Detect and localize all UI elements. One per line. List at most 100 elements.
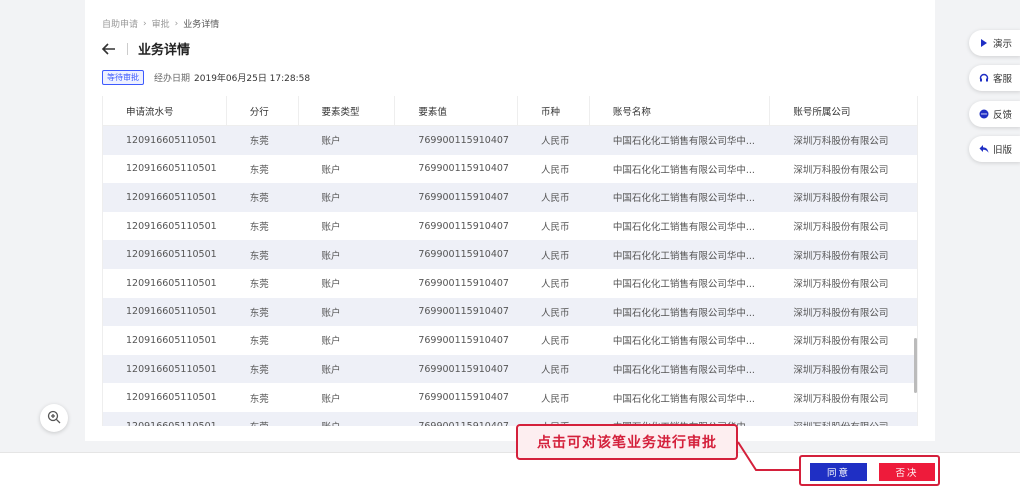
cell-element-type: 账户 — [321, 336, 341, 348]
cell-element-value: 769900115910407 — [418, 163, 509, 175]
cell-element-value: 769900115910407 — [418, 277, 509, 289]
table-row[interactable]: 120916605110501东莞账户769900115910407人民币中国石… — [103, 297, 917, 327]
cell-serial: 120916605110501 — [126, 163, 217, 175]
table-row[interactable]: 120916605110501东莞账户769900115910407人民币中国石… — [103, 183, 917, 212]
meta-row: 等待审批 经办日期 2019年06月25日 17:28:58 — [102, 70, 310, 85]
table-row[interactable]: 120916605110501东莞账户769900115910407人民币中国石… — [103, 326, 917, 355]
play-icon — [979, 38, 989, 48]
column-header-currency: 币种 — [518, 96, 590, 125]
cell-account-company: 深圳万科股份有限公司 — [793, 164, 889, 176]
detail-card: 自助申请 › 审批 › 业务详情 业务详情 等待审批 经办日期 2019年06月… — [85, 0, 935, 441]
back-arrow-icon[interactable] — [100, 40, 118, 58]
cell-serial: 120916605110501 — [126, 191, 217, 203]
cell-account-company: 深圳万科股份有限公司 — [793, 365, 889, 377]
cell-account-company: 深圳万科股份有限公司 — [793, 222, 889, 234]
cell-element-value: 769900115910407 — [418, 306, 509, 318]
cell-element-value: 769900115910407 — [418, 249, 509, 261]
table-row[interactable]: 120916605110501东莞账户769900115910407人民币中国石… — [103, 383, 917, 412]
breadcrumb-item-apply[interactable]: 自助申请 — [102, 17, 138, 30]
column-header-element-type: 要素类型 — [299, 96, 396, 125]
cell-account-name: 中国石化化工销售有限公司华中... — [612, 136, 755, 148]
page-title: 业务详情 — [138, 43, 191, 58]
table-row[interactable]: 120916605110501东莞账户769900115910407人民币中国石… — [103, 354, 917, 384]
column-header-account-name: 账号名称 — [590, 96, 771, 125]
cell-element-type: 账户 — [321, 365, 341, 377]
breadcrumb-item-approve[interactable]: 审批 — [152, 17, 170, 30]
column-header-branch: 分行 — [227, 96, 299, 125]
cell-account-name: 中国石化化工销售有限公司华中... — [612, 279, 755, 291]
cell-serial: 120916605110501 — [126, 277, 217, 289]
cell-element-value: 769900115910407 — [418, 220, 509, 232]
cell-account-company: 深圳万科股份有限公司 — [793, 393, 889, 405]
cell-serial: 120916605110501 — [126, 334, 217, 346]
cell-currency: 人民币 — [541, 136, 570, 148]
cell-branch: 东莞 — [249, 336, 269, 348]
cell-serial: 120916605110501 — [126, 220, 217, 232]
cell-account-company: 深圳万科股份有限公司 — [793, 136, 889, 148]
table-row[interactable]: 120916605110501 东莞 账户 769900115910407 人民币 中国石… — [103, 126, 917, 155]
handle-date-value: 2019年06月25日 17:28:58 — [194, 74, 311, 84]
cell-account-company: 深圳万科股份有限公司 — [770, 412, 917, 426]
cell-element-type: 账户 — [321, 136, 341, 148]
cell-currency: 人民币 — [541, 393, 570, 405]
demo-button[interactable]: 演示 — [969, 30, 1020, 56]
cell-element-type: 账户 — [321, 164, 341, 176]
cell-account-name: 中国石化化工销售有限公司华中... — [612, 336, 755, 348]
column-header-element-value: 要素值 — [395, 96, 519, 125]
cell-account-name: 中国石化化工销售有限公司华中... — [612, 193, 755, 205]
table-row[interactable]: 120916605110501东莞账户769900115910407人民币中国石… — [103, 268, 917, 298]
breadcrumb: 自助申请 › 审批 › 业务详情 — [102, 17, 219, 31]
cell-currency: 人民币 — [541, 222, 570, 234]
zoom-button[interactable] — [40, 404, 68, 432]
support-button[interactable]: 客服 — [969, 65, 1020, 91]
feedback-label: 反馈 — [993, 110, 1013, 121]
cell-branch: 东莞 — [249, 164, 269, 176]
old-version-label: 旧版 — [993, 145, 1013, 156]
approval-hint-callout: 点击可对该笔业务进行审批 — [516, 424, 738, 460]
cell-element-value: 769900115910407 — [418, 334, 509, 346]
title-bar: 业务详情 — [100, 39, 190, 58]
cell-element-value: 769900115910407 — [395, 412, 518, 426]
cell-element-value: 769900115910407 — [418, 191, 509, 203]
cell-serial: 120916605110501 — [126, 134, 217, 146]
table-scrollbar[interactable] — [914, 338, 917, 393]
cell-account-name: 中国石化化工销售有限公司华中... — [612, 164, 755, 176]
cell-element-value: 769900115910407 — [418, 363, 509, 375]
reject-button[interactable]: 否决 — [879, 463, 935, 481]
status-badge: 等待审批 — [102, 70, 144, 85]
approval-actions: 同意 否决 — [799, 455, 940, 486]
table-row[interactable]: 120916605110501 东莞 账户 769900115910407 人民币 中国石… — [103, 154, 917, 184]
table-row[interactable]: 120916605110501东莞账户769900115910407人民币中国石… — [103, 211, 917, 241]
cell-element-type: 账户 — [321, 193, 341, 205]
cell-element-value: 769900115910407 — [418, 134, 509, 146]
agree-button[interactable]: 同意 — [810, 463, 867, 481]
cell-account-company: 深圳万科股份有限公司 — [793, 336, 889, 348]
old-version-button[interactable]: 旧版 — [969, 136, 1020, 162]
cell-account-name: 中国石化化工销售有限公司华中... — [612, 307, 755, 319]
cell-currency: 人民币 — [541, 307, 570, 319]
cell-branch: 东莞 — [249, 222, 269, 234]
cell-serial: 120916605110501 — [103, 412, 227, 426]
table-row[interactable]: 120916605110501东莞账户769900115910407人民币中国石… — [103, 240, 917, 269]
cell-account-company: 深圳万科股份有限公司 — [793, 307, 889, 319]
cell-currency: 人民币 — [541, 365, 570, 377]
detail-table: 申请流水号 分行 要素类型 要素值 币种 账号名称 账号所属公司 1209166… — [102, 96, 918, 426]
cell-account-company: 深圳万科股份有限公司 — [793, 279, 889, 291]
cell-element-type: 账户 — [321, 393, 341, 405]
table-row[interactable]: 120916605110501东莞账户769900115910407人民币中国石… — [103, 411, 917, 426]
headset-icon — [979, 73, 989, 83]
chat-bubble-icon — [979, 109, 989, 119]
feedback-button[interactable]: 反馈 — [969, 101, 1020, 127]
column-header-serial: 申请流水号 — [103, 96, 227, 125]
chevron-right-icon: › — [174, 18, 179, 29]
undo-arrow-icon — [979, 144, 989, 154]
cell-element-type: 账户 — [321, 250, 341, 262]
cell-branch: 东莞 — [249, 393, 269, 405]
cell-currency: 人民币 — [541, 164, 570, 176]
cell-branch: 东莞 — [249, 250, 269, 262]
cell-element-type: 账户 — [299, 412, 396, 426]
cell-serial: 120916605110501 — [126, 363, 217, 375]
cell-currency: 人民币 — [541, 279, 570, 291]
cell-branch: 东莞 — [249, 136, 269, 148]
handle-date-label: 经办日期 — [154, 74, 191, 84]
